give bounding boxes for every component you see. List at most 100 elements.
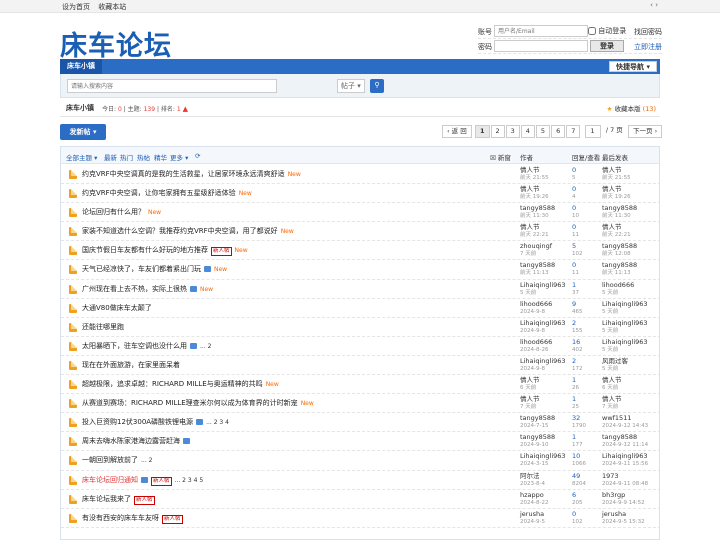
thread-author[interactable]: 情人节 前天 19:26 — [520, 185, 549, 201]
table-row[interactable]: 约克VRF中央空调真的是我的生活救星，让居家环境永远清爽舒适 New 情人节 前天 2… — [61, 165, 659, 185]
search-input[interactable] — [67, 79, 277, 93]
pager-page-2[interactable]: 2 — [490, 125, 505, 138]
register-link[interactable]: 立即注册 — [634, 42, 662, 52]
thread-last-post[interactable]: Lihaiqingli963 5 天前 — [602, 319, 648, 335]
pager-back-button[interactable]: ‹ 返 回 — [442, 125, 472, 138]
thread-pages[interactable]: ... 2 — [141, 457, 152, 464]
thread-title[interactable]: 投入巨资购12伏300A磷酸铁锂电源... 2 3 4 — [82, 417, 229, 427]
thread-title[interactable]: 太阳暴晒下，驻车空调也没什么用... 2 — [82, 341, 211, 351]
bookmark-link[interactable]: 收藏本站 — [98, 3, 126, 11]
new-window-toggle[interactable]: ☒ 新窗 — [490, 152, 511, 162]
favorite-forum-link[interactable]: ★ 收藏本版 (13) — [607, 103, 656, 113]
password-input[interactable] — [494, 40, 588, 52]
forgot-password-link[interactable]: 找回密码 — [634, 27, 662, 37]
thread-last-post[interactable]: jerusha 2024-9-5 15:32 — [602, 510, 645, 526]
filter-hot[interactable]: 热门 — [120, 152, 133, 162]
table-row[interactable]: 约克VRF中央空调，让你宅家拥有五星级舒适体验 New 情人节 前天 19:26 0 4 情… — [61, 184, 659, 204]
thread-last-post[interactable]: bh3rgp 2024-9-9 14:52 — [602, 491, 645, 507]
thread-last-post[interactable]: tangy8588 前天 11:30 — [602, 204, 637, 220]
search-type-select[interactable]: 帖子 ▾ — [337, 79, 365, 93]
table-row[interactable]: 广州现在看上去不热，实际上很热 New Lihaiqingli963 5 天前 1 37 l… — [61, 280, 659, 299]
thread-author[interactable]: lihood666 2024-8-26 — [520, 338, 552, 354]
thread-pages[interactable]: ... 2 3 4 — [206, 419, 229, 426]
thread-title[interactable]: 超越极限，追求卓越：RICHARD MILLE与奥运精神的共鸣 New — [82, 379, 279, 389]
login-button[interactable]: 登录 — [590, 40, 624, 52]
thread-author[interactable]: Lihaiqingli963 2024-3-15 — [520, 452, 566, 468]
table-row[interactable]: 天气已经凉快了，车友们都着紧出门玩 New tangy8588 前天 11:13 0 11… — [61, 260, 659, 280]
pager-next-button[interactable]: 下一页 › — [628, 125, 663, 138]
auto-login-checkbox[interactable]: 自动登录 — [588, 26, 626, 36]
table-row[interactable] — [61, 528, 659, 539]
refresh-icon[interactable]: ⟳ — [195, 152, 200, 160]
quick-nav-button[interactable]: 快捷导航 ▾ — [609, 61, 657, 72]
thread-author[interactable]: Lihaiqingli963 2024-9-8 — [520, 357, 566, 373]
thread-title[interactable]: 周末去嗨水陈家港海边露营赶海 — [82, 436, 190, 446]
thread-last-post[interactable]: Lihaiqingli963 5 天前 — [602, 300, 648, 316]
table-row[interactable]: 投入巨资购12伏300A磷酸铁锂电源... 2 3 4 tangy8588 2024… — [61, 413, 659, 433]
filter-latest[interactable]: 最新 — [104, 152, 117, 162]
thread-title[interactable]: 床车论坛回归通知 新人帖... 2 3 4 5 — [82, 475, 203, 486]
thread-title[interactable]: 天气已经凉快了，车友们都着紧出门玩 New — [82, 264, 227, 274]
thread-title[interactable]: 现在在外面旅游，在家里面呆着 — [82, 360, 180, 370]
set-home-link[interactable]: 设为首页 — [62, 3, 90, 11]
thread-last-post[interactable]: tangy8588 前天 12:08 — [602, 242, 637, 258]
table-row[interactable]: 论坛回归有什么用？ New tangy8588 前天 11:30 0 10 tangy858… — [61, 203, 659, 223]
table-row[interactable]: 还能往哪里跑 Lihaiqingli963 2024-9-8 2 155 Lihaiqin… — [61, 318, 659, 337]
thread-last-post[interactable]: lihood666 5 天前 — [602, 281, 634, 297]
filter-digest[interactable]: 精华 — [154, 152, 167, 162]
pager-page-6[interactable]: 6 — [551, 125, 566, 138]
thread-author[interactable]: jerusha 2024-9-5 — [520, 510, 545, 526]
pager-page-5[interactable]: 5 — [535, 125, 551, 138]
thread-last-post[interactable]: 情人节 前天 21:55 — [602, 166, 631, 182]
table-row[interactable]: 从赛道到赛场：RICHARD MILLE理查米尔何以成为体育界的计时新宠 New 情… — [61, 394, 659, 414]
table-row[interactable]: 大通V80做床车太颠了 lihood666 2024-9-8 9 465 Lihaiqin… — [61, 299, 659, 318]
thread-title[interactable]: 还能往哪里跑 — [82, 322, 124, 332]
pager-page-3[interactable]: 3 — [505, 125, 520, 138]
search-icon[interactable]: ⚲ — [370, 79, 384, 93]
thread-title[interactable]: 论坛回归有什么用？ New — [82, 207, 161, 217]
thread-author[interactable]: 情人节 6 天前 — [520, 376, 540, 392]
table-row[interactable]: 周末去嗨水陈家港海边露营赶海 tangy8588 2024-9-10 1 177 tang… — [61, 432, 659, 452]
thread-title[interactable]: 广州现在看上去不热，实际上很热 New — [82, 284, 213, 294]
thread-author[interactable]: tangy8588 前天 11:30 — [520, 204, 555, 220]
new-post-button[interactable]: 发新帖 ▾ — [60, 124, 106, 140]
thread-author[interactable]: tangy8588 前天 11:13 — [520, 261, 555, 277]
table-row[interactable]: 一朝回到解放前了... 2 Lihaiqingli963 2024-3-15 10 10… — [61, 451, 659, 471]
thread-last-post[interactable]: wwf1511 2024-9-12 14:43 — [602, 414, 648, 430]
pager-page-7[interactable]: 7 — [566, 125, 581, 138]
thread-last-post[interactable]: 情人节 前天 19:26 — [602, 185, 631, 201]
nav-item-forum[interactable]: 床车小镇 — [60, 59, 102, 74]
pager-page-input[interactable]: 1 — [584, 125, 601, 138]
pager-page-4[interactable]: 4 — [520, 125, 535, 138]
site-logo[interactable]: 床车论坛 — [60, 24, 172, 63]
table-row[interactable]: 超越极限，追求卓越：RICHARD MILLE与奥运精神的共鸣 New 情人节 6 天… — [61, 375, 659, 395]
thread-last-post[interactable]: tangy8588 2024-9-12 11:14 — [602, 433, 648, 449]
thread-author[interactable]: 情人节 前天 22:21 — [520, 223, 549, 239]
thread-last-post[interactable]: 情人节 7 天前 — [602, 395, 622, 411]
table-row[interactable]: 现在在外面旅游，在家里面呆着 Lihaiqingli963 2024-9-8 2 172… — [61, 356, 659, 376]
scroll-arrows-icon[interactable]: ‹ › — [650, 1, 658, 9]
thread-author[interactable]: lihood666 2024-9-8 — [520, 300, 552, 316]
thread-last-post[interactable]: Lihaiqingli963 2024-9-11 15:56 — [602, 452, 648, 468]
table-row[interactable]: 太阳暴晒下，驻车空调也没什么用... 2 lihood666 2024-8-26 16… — [61, 337, 659, 356]
thread-author[interactable]: 情人节 7 天前 — [520, 395, 540, 411]
thread-title[interactable]: 约克VRF中央空调真的是我的生活救星，让居家环境永远清爽舒适 New — [82, 169, 301, 179]
filter-hot-posts[interactable]: 热帖 — [137, 152, 150, 162]
thread-author[interactable]: tangy8588 2024-7-15 — [520, 414, 555, 430]
thread-last-post[interactable]: 情人节 前天 22:21 — [602, 223, 631, 239]
thread-last-post[interactable]: Lihaiqingli963 5 天前 — [602, 338, 648, 354]
thread-title[interactable]: 大通V80做床车太颠了 — [82, 303, 152, 313]
thread-author[interactable]: 情人节 前天 21:55 — [520, 166, 549, 182]
thread-title[interactable]: 约克VRF中央空调，让你宅家拥有五星级舒适体验 New — [82, 188, 252, 198]
thread-last-post[interactable]: 风雨过客 5 天前 — [602, 357, 628, 373]
thread-author[interactable]: 阿尔法 2023-8-4 — [520, 472, 545, 488]
thread-author[interactable]: hzappo 2024-8-22 — [520, 491, 548, 507]
thread-title[interactable]: 有没有西安的床车车友呀 新人帖 — [82, 513, 183, 524]
thread-title[interactable]: 国庆节假日车友都有什么好玩的地方推荐 新人帖 New — [82, 245, 248, 257]
thread-last-post[interactable]: 情人节 6 天前 — [602, 376, 622, 392]
filter-more[interactable]: 更多 ▾ — [170, 152, 188, 162]
thread-title[interactable]: 家装不知道选什么空调？我推荐约克VRF中央空调，用了都说好 New — [82, 226, 294, 236]
thread-author[interactable]: Lihaiqingli963 2024-9-8 — [520, 319, 566, 335]
thread-author[interactable]: tangy8588 2024-9-10 — [520, 433, 555, 449]
thread-title[interactable]: 一朝回到解放前了... 2 — [82, 455, 152, 465]
